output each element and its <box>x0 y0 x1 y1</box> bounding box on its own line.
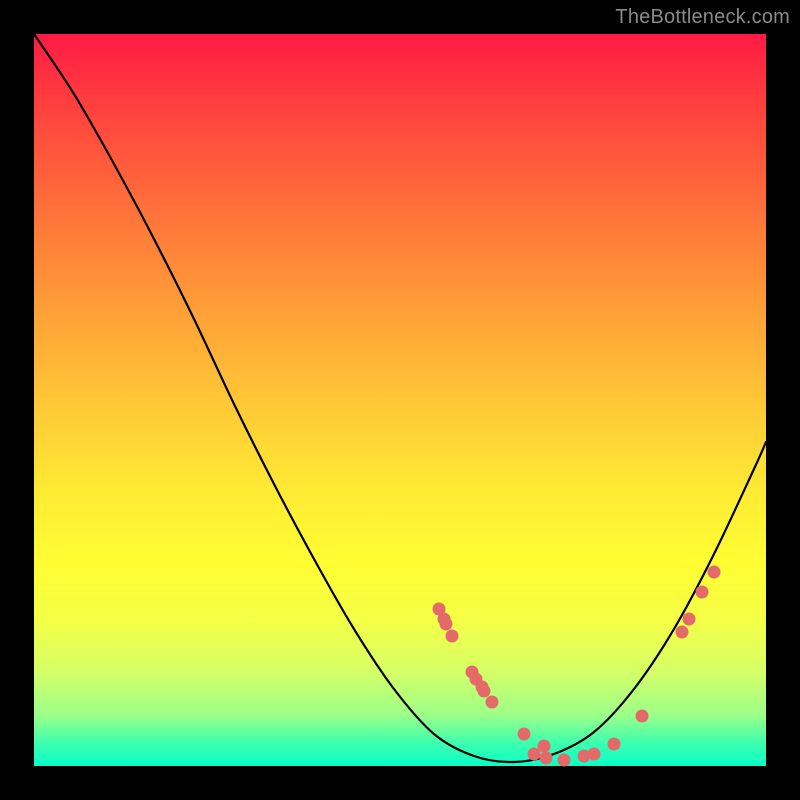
data-point-marker <box>588 748 601 761</box>
bottleneck-curve-chart <box>34 34 766 766</box>
data-point-marker <box>540 752 553 765</box>
chart-plot-area <box>34 34 766 766</box>
data-point-marker <box>440 618 453 631</box>
data-point-marker <box>708 566 721 579</box>
data-point-marker <box>478 685 491 698</box>
data-point-marker <box>683 613 696 626</box>
performance-curve <box>34 34 766 762</box>
data-point-marker <box>486 696 499 709</box>
data-point-marker <box>636 710 649 723</box>
data-point-marker <box>558 754 571 767</box>
watermark-label: TheBottleneck.com <box>615 6 790 29</box>
data-point-marker <box>528 748 541 761</box>
data-point-marker <box>696 586 709 599</box>
data-point-marker <box>608 738 621 751</box>
data-point-marker <box>518 728 531 741</box>
data-point-marker <box>676 626 689 639</box>
highlighted-data-points <box>433 566 721 767</box>
data-point-marker <box>446 630 459 643</box>
